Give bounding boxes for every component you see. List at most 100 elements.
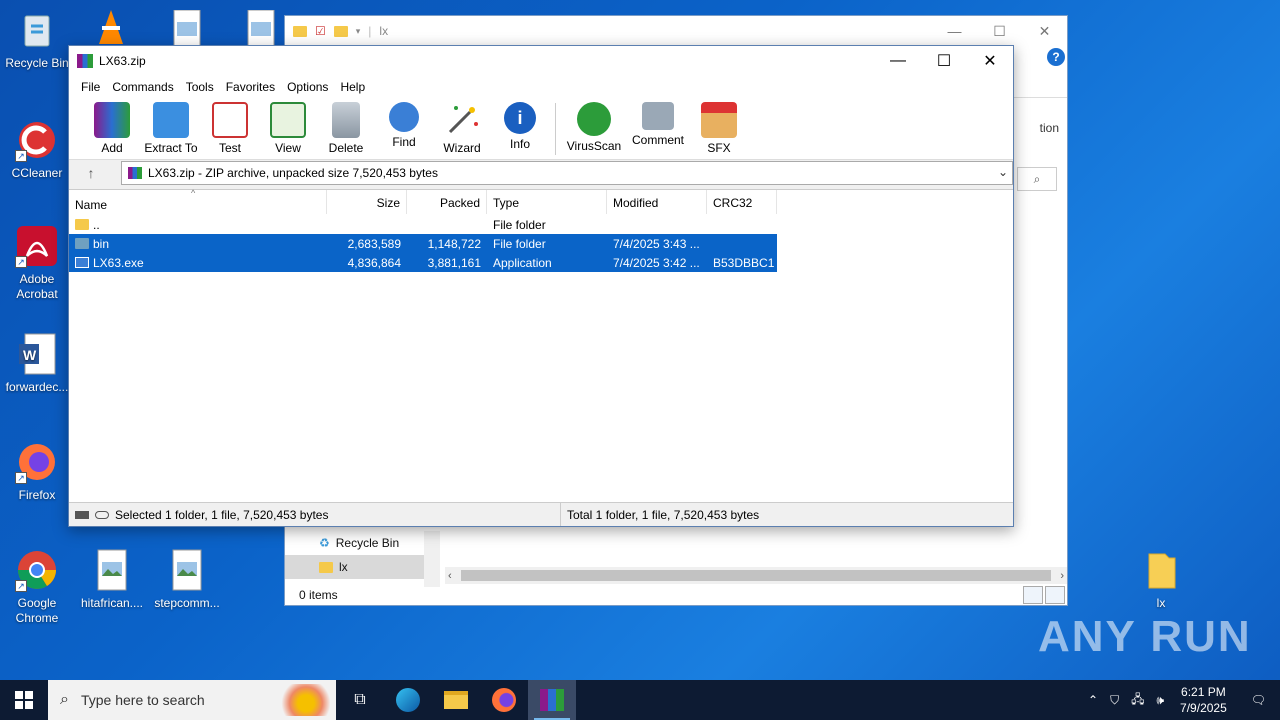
desktop-icon-lx-folder[interactable]: lx xyxy=(1124,548,1198,611)
table-row-bin[interactable]: bin 2,683,589 1,148,722 File folder 7/4/… xyxy=(69,234,777,253)
minimize-button[interactable]: — xyxy=(932,16,977,46)
archive-path-text: LX63.zip - ZIP archive, unpacked size 7,… xyxy=(148,166,438,180)
maximize-button[interactable]: ☐ xyxy=(921,46,967,76)
search-placeholder: Type here to search xyxy=(80,692,205,708)
test-button[interactable]: Test xyxy=(201,98,259,155)
file-list[interactable]: Name ^ Size Packed Type Modified CRC32 ..… xyxy=(69,188,1013,502)
taskbar-search-box[interactable]: ⌕ Type here to search xyxy=(48,680,336,720)
application-icon xyxy=(75,257,89,268)
acrobat-icon: ↗ xyxy=(15,224,59,268)
help-icon[interactable]: ? xyxy=(1047,48,1065,66)
up-arrow-icon[interactable]: ↑ xyxy=(69,165,113,181)
archive-path-field[interactable]: LX63.zip - ZIP archive, unpacked size 7,… xyxy=(121,161,1013,185)
info-icon: i xyxy=(504,102,536,134)
nav-item-lx[interactable]: lx xyxy=(285,555,440,579)
desktop-icon-recycle-bin[interactable]: Recycle Bin xyxy=(0,8,74,71)
volume-icon[interactable]: 🕪 xyxy=(1150,693,1170,708)
view-button[interactable]: View xyxy=(259,98,317,155)
menu-commands[interactable]: Commands xyxy=(106,80,179,94)
delete-button[interactable]: Delete xyxy=(317,98,375,155)
details-view-button[interactable] xyxy=(1023,586,1043,604)
chevron-down-icon[interactable]: ⌄ xyxy=(998,165,1008,179)
network-icon[interactable]: 🖧 xyxy=(1125,690,1150,711)
column-header-type[interactable]: Type xyxy=(487,190,607,214)
recycle-bin-icon xyxy=(15,8,59,52)
desktop-icon-adobe-acrobat[interactable]: ↗ Adobe Acrobat xyxy=(0,224,74,302)
desktop-icon-image-file-1[interactable]: hitafrican.... xyxy=(75,548,149,611)
winrar-icon xyxy=(128,167,142,179)
table-row-lx63-exe[interactable]: LX63.exe 4,836,864 3,881,161 Application… xyxy=(69,253,777,272)
horizontal-scrollbar[interactable]: ‹ › xyxy=(445,567,1067,584)
extract-to-button[interactable]: Extract To xyxy=(141,98,201,155)
shield-icon[interactable]: ⛉ xyxy=(1104,693,1125,708)
desktop-icon-firefox[interactable]: ↗ Firefox xyxy=(0,440,74,503)
close-button[interactable]: ✕ xyxy=(967,46,1013,76)
maximize-button[interactable]: ☐ xyxy=(977,16,1022,46)
search-icon[interactable]: ⌕ xyxy=(1017,167,1057,191)
scroll-left-icon[interactable]: ‹ xyxy=(448,570,452,582)
menu-file[interactable]: File xyxy=(75,80,106,94)
minimize-button[interactable]: — xyxy=(875,46,921,76)
menu-favorites[interactable]: Favorites xyxy=(220,80,281,94)
file-list-header: Name ^ Size Packed Type Modified CRC32 xyxy=(69,188,777,214)
column-header-crc32[interactable]: CRC32 xyxy=(707,190,777,214)
taskbar-winrar[interactable] xyxy=(528,680,576,720)
close-button[interactable]: ✕ xyxy=(1022,16,1067,46)
winrar-titlebar[interactable]: LX63.zip — ☐ ✕ xyxy=(69,46,1013,76)
image-file-icon[interactable] xyxy=(246,9,276,47)
virusscan-button[interactable]: VirusScan xyxy=(562,98,626,153)
start-button[interactable] xyxy=(0,680,48,720)
scrollbar-thumb[interactable] xyxy=(461,570,1051,581)
column-header-modified[interactable]: Modified xyxy=(607,190,707,214)
sfx-button[interactable]: SFX xyxy=(690,98,748,155)
column-header-packed[interactable]: Packed xyxy=(407,190,487,214)
add-button[interactable]: Add xyxy=(83,98,141,155)
winrar-icon xyxy=(77,54,93,68)
windows-logo-icon xyxy=(15,691,33,709)
desktop-icon-google-chrome[interactable]: ↗ Google Chrome xyxy=(0,548,74,626)
desktop-icon-image-file-2[interactable]: stepcomm... xyxy=(150,548,224,611)
taskbar-file-explorer[interactable] xyxy=(432,680,480,720)
folder-icon xyxy=(293,25,307,37)
chevron-down-icon[interactable]: ▾ xyxy=(356,26,361,37)
taskbar-firefox[interactable] xyxy=(480,680,528,720)
column-header-size[interactable]: Size xyxy=(327,190,407,214)
chevron-up-icon[interactable]: ⌃ xyxy=(1082,693,1104,707)
info-button[interactable]: i Info xyxy=(491,98,549,151)
winrar-window[interactable]: LX63.zip — ☐ ✕ File Commands Tools Favor… xyxy=(68,45,1014,527)
find-button[interactable]: Find xyxy=(375,98,433,149)
trash-icon xyxy=(332,102,360,138)
new-folder-icon[interactable] xyxy=(333,25,348,37)
toolbar-separator xyxy=(555,103,556,155)
vlc-icon[interactable] xyxy=(96,8,126,46)
properties-icon[interactable]: ☑ xyxy=(315,24,326,38)
task-view-button[interactable]: ⧉ xyxy=(336,680,384,720)
search-highlight-icon xyxy=(270,684,330,716)
virus-scan-icon xyxy=(577,102,611,136)
menu-tools[interactable]: Tools xyxy=(180,80,220,94)
menu-options[interactable]: Options xyxy=(281,80,334,94)
wizard-button[interactable]: Wizard xyxy=(433,98,491,155)
image-file-icon xyxy=(90,548,134,592)
scroll-right-icon[interactable]: › xyxy=(1060,570,1064,582)
firefox-icon xyxy=(492,688,516,712)
taskbar-edge[interactable] xyxy=(384,680,432,720)
desktop-icon-word-doc[interactable]: W forwardec... xyxy=(0,332,74,395)
menu-help[interactable]: Help xyxy=(334,80,371,94)
large-icons-view-button[interactable] xyxy=(1045,586,1065,604)
file-explorer-icon xyxy=(444,691,468,709)
desktop-icon-label: Firefox xyxy=(18,488,56,502)
desktop-icon-label: Recycle Bin xyxy=(5,56,69,70)
comment-button[interactable]: Comment xyxy=(626,98,690,147)
notification-icon[interactable]: 🗨 xyxy=(1237,693,1280,707)
desktop-icon-label: hitafrican.... xyxy=(80,596,144,610)
nav-item-recycle-bin[interactable]: ♻ Recycle Bin xyxy=(285,531,440,555)
vertical-scrollbar[interactable] xyxy=(424,531,440,587)
image-file-icon[interactable] xyxy=(172,9,202,47)
firefox-icon: ↗ xyxy=(15,440,59,484)
comment-icon xyxy=(642,102,674,130)
clock[interactable]: 6:21 PM 7/9/2025 xyxy=(1170,684,1237,716)
table-row-parent[interactable]: .. File folder xyxy=(69,215,777,234)
column-header-name[interactable]: Name ^ xyxy=(69,188,327,214)
desktop-icon-ccleaner[interactable]: ↗ CCleaner xyxy=(0,118,74,181)
